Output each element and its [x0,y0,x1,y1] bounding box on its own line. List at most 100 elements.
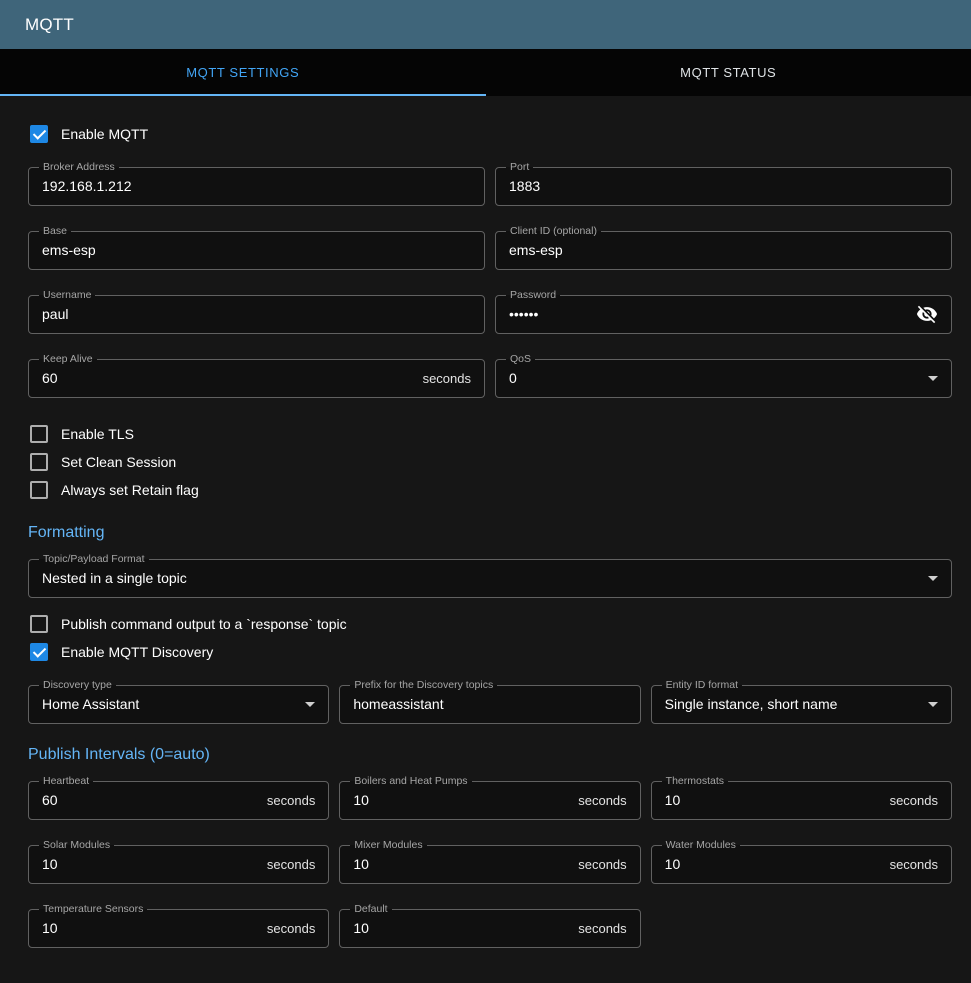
dropdown-arrow-icon[interactable] [928,702,938,707]
topic-format-select[interactable]: Topic/Payload Format Nested in a single … [28,558,952,598]
field-outline: Port [495,161,952,206]
field-outline: Client ID (optional) [495,225,952,270]
field-outline: Keep Alive [28,353,485,398]
default-interval-field[interactable]: Default 10 seconds [339,908,640,948]
field-value: •••••• [509,306,538,322]
app-header: MQTT [0,0,971,49]
checkbox-icon[interactable] [30,425,48,443]
field-label: Client ID (optional) [506,225,601,237]
field-label: QoS [506,353,535,365]
field-value: 10 [42,856,58,872]
field-value: 60 [42,792,58,808]
field-label: Heartbeat [39,775,93,787]
checkbox-label: Always set Retain flag [61,482,199,498]
checkbox-icon[interactable] [30,643,48,661]
field-outline: QoS [495,353,952,398]
visibility-off-icon[interactable] [916,303,938,325]
field-value: 10 [42,920,58,936]
unit-label: seconds [267,793,315,808]
field-label: Solar Modules [39,839,114,851]
checkbox-label: Publish command output to a `response` t… [61,616,347,632]
tab-label: MQTT SETTINGS [186,65,299,80]
formatting-heading: Formatting [28,524,952,542]
temperature-sensors-interval-field[interactable]: Temperature Sensors 10 seconds [28,908,329,948]
field-label: Entity ID format [662,679,742,691]
field-label: Discovery type [39,679,116,691]
unit-label: seconds [578,921,626,936]
dropdown-arrow-icon[interactable] [928,376,938,381]
field-value: 10 [353,856,369,872]
field-value: 10 [665,792,681,808]
keep-alive-field[interactable]: Keep Alive 60 seconds [28,358,485,398]
retain-flag-checkbox[interactable]: Always set Retain flag [28,478,952,502]
base-field[interactable]: Base ems-esp [28,230,485,270]
field-label: Thermostats [662,775,728,787]
unit-label: seconds [890,793,938,808]
unit-label: seconds [267,857,315,872]
field-value: Nested in a single topic [42,570,187,586]
dropdown-arrow-icon[interactable] [928,576,938,581]
port-field[interactable]: Port 1883 [495,166,952,206]
field-label: Port [506,161,533,173]
field-value: Home Assistant [42,696,139,712]
heartbeat-interval-field[interactable]: Heartbeat 60 seconds [28,780,329,820]
field-label: Boilers and Heat Pumps [350,775,471,787]
field-outline: Base [28,225,485,270]
field-outline: Username [28,289,485,334]
field-value: 192.168.1.212 [42,178,132,194]
mixer-interval-field[interactable]: Mixer Modules 10 seconds [339,844,640,884]
water-interval-field[interactable]: Water Modules 10 seconds [651,844,952,884]
settings-form: Enable MQTT Broker Address 192.168.1.212… [0,96,971,962]
unit-label: seconds [890,857,938,872]
solar-interval-field[interactable]: Solar Modules 10 seconds [28,844,329,884]
tab-mqtt-status[interactable]: MQTT STATUS [486,49,971,96]
unit-label: seconds [578,857,626,872]
discovery-type-select[interactable]: Discovery type Home Assistant [28,684,329,724]
unit-label: seconds [578,793,626,808]
enable-mqtt-checkbox[interactable]: Enable MQTT [28,122,952,146]
field-label: Prefix for the Discovery topics [350,679,497,691]
broker-address-field[interactable]: Broker Address 192.168.1.212 [28,166,485,206]
qos-select[interactable]: QoS 0 [495,358,952,398]
enable-discovery-checkbox[interactable]: Enable MQTT Discovery [28,640,952,664]
tab-label: MQTT STATUS [680,65,776,80]
field-value: 60 [42,370,58,386]
field-value: paul [42,306,68,322]
field-value: 10 [353,792,369,808]
checkbox-icon[interactable] [30,615,48,633]
dropdown-arrow-icon[interactable] [305,702,315,707]
checkbox-label: Enable TLS [61,426,134,442]
unit-label: seconds [423,371,471,386]
tab-bar: MQTT SETTINGS MQTT STATUS [0,49,971,96]
field-value: homeassistant [353,696,443,712]
checkbox-label: Enable MQTT Discovery [61,644,213,660]
clean-session-checkbox[interactable]: Set Clean Session [28,450,952,474]
field-value: 10 [665,856,681,872]
field-value: ems-esp [42,242,96,258]
username-field[interactable]: Username paul [28,294,485,334]
password-field[interactable]: Password •••••• [495,294,952,334]
discovery-prefix-field[interactable]: Prefix for the Discovery topics homeassi… [339,684,640,724]
checkbox-icon[interactable] [30,481,48,499]
unit-label: seconds [267,921,315,936]
checkbox-label: Set Clean Session [61,454,176,470]
field-label: Password [506,289,560,301]
page-title: MQTT [25,15,74,35]
enable-tls-checkbox[interactable]: Enable TLS [28,422,952,446]
field-label: Topic/Payload Format [39,553,149,565]
field-value: 1883 [509,178,540,194]
tab-mqtt-settings[interactable]: MQTT SETTINGS [0,49,486,96]
field-label: Username [39,289,95,301]
entity-id-format-select[interactable]: Entity ID format Single instance, short … [651,684,952,724]
field-label: Broker Address [39,161,119,173]
field-label: Base [39,225,71,237]
publish-response-checkbox[interactable]: Publish command output to a `response` t… [28,612,952,636]
checkbox-icon[interactable] [30,453,48,471]
checkbox-icon[interactable] [30,125,48,143]
field-label: Default [350,903,391,915]
publish-intervals-heading: Publish Intervals (0=auto) [28,746,952,764]
boilers-interval-field[interactable]: Boilers and Heat Pumps 10 seconds [339,780,640,820]
thermostats-interval-field[interactable]: Thermostats 10 seconds [651,780,952,820]
field-label: Keep Alive [39,353,97,365]
client-id-field[interactable]: Client ID (optional) ems-esp [495,230,952,270]
